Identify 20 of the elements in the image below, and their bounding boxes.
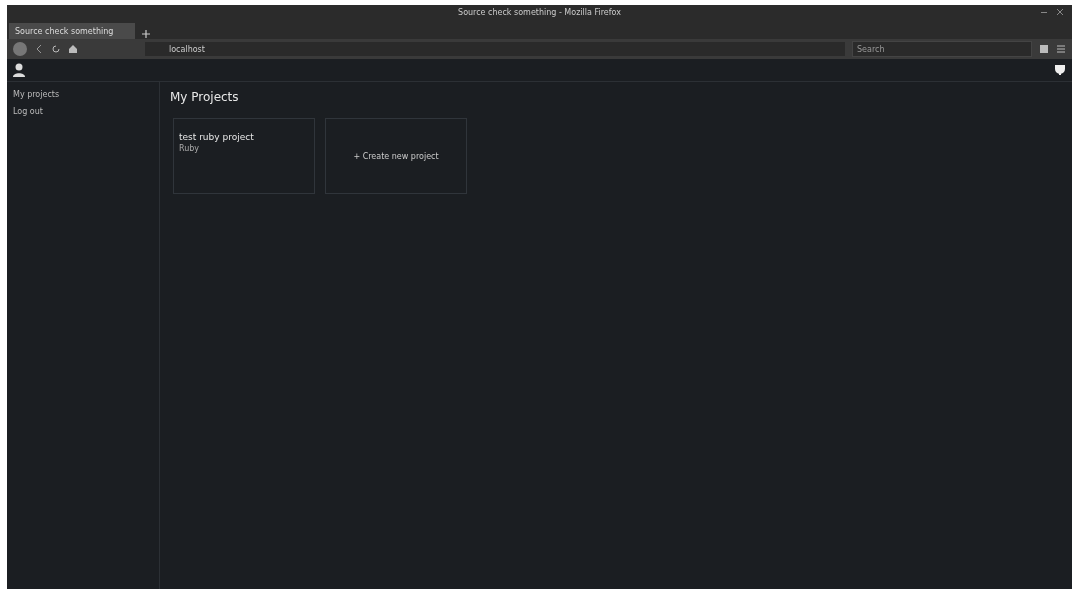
page-heading: My Projects bbox=[170, 90, 240, 104]
project-title: test ruby project bbox=[179, 132, 255, 142]
window-title: Source check something - Mozilla Firefox bbox=[458, 7, 621, 17]
browser-tab[interactable]: Source check something bbox=[9, 23, 135, 39]
search-field[interactable]: Search bbox=[852, 41, 1032, 57]
home-icon[interactable] bbox=[68, 44, 78, 54]
user-icon[interactable] bbox=[13, 63, 25, 77]
sidebar-item[interactable]: My projects bbox=[13, 90, 153, 99]
close-icon[interactable] bbox=[1056, 8, 1064, 16]
menu-icon[interactable] bbox=[1056, 44, 1066, 54]
create-project-card[interactable]: + Create new project bbox=[325, 118, 467, 194]
sidebar-item[interactable]: Log out bbox=[13, 107, 153, 116]
create-project-link[interactable]: + Create new project bbox=[353, 151, 439, 161]
back-icon[interactable] bbox=[34, 44, 44, 54]
reload-icon[interactable] bbox=[51, 44, 61, 54]
address-bar[interactable]: localhost bbox=[145, 42, 845, 56]
project-language: Ruby bbox=[179, 144, 201, 153]
new-tab-icon[interactable] bbox=[141, 29, 151, 39]
project-card[interactable]: test ruby project Ruby bbox=[173, 118, 315, 194]
profile-icon[interactable] bbox=[13, 42, 27, 56]
